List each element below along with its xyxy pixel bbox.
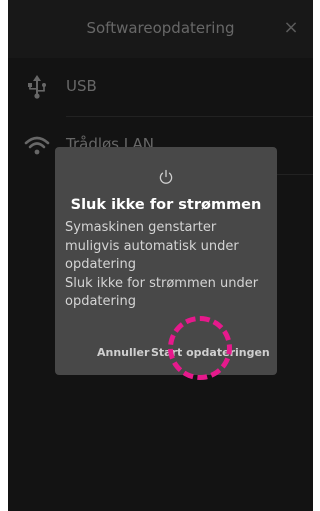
dialog-message-line: Symaskinen genstarter muligvis automatis… xyxy=(65,220,239,272)
dialog-message-line: Sluk ikke for strømmen under opdatering xyxy=(65,275,259,310)
dialog-message: Symaskinen genstarter muligvis automatis… xyxy=(65,219,269,312)
device-screen: Softwareopdatering × USB Trådløs LAN Slu… xyxy=(8,0,313,511)
cancel-button[interactable]: Annuller xyxy=(97,346,149,359)
start-update-button[interactable]: Start opdateringen xyxy=(151,346,270,359)
confirm-dialog: Sluk ikke for strømmen Symaskinen gensta… xyxy=(55,147,277,375)
dialog-title: Sluk ikke for strømmen xyxy=(70,197,262,213)
power-icon xyxy=(159,169,173,184)
